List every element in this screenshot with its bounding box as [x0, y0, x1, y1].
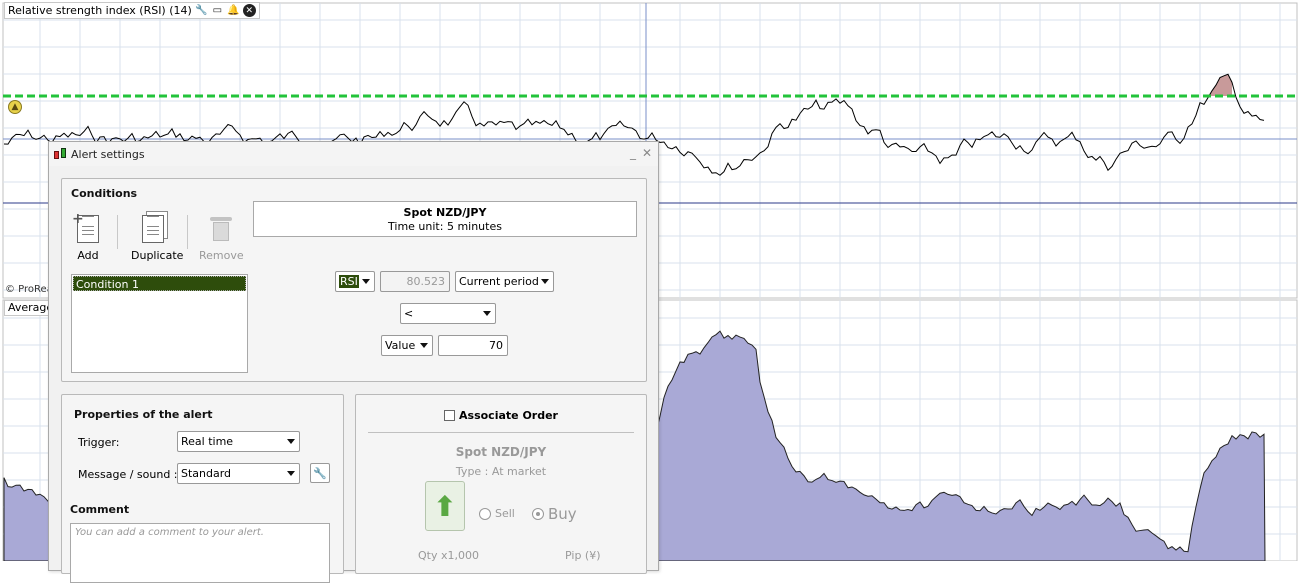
- remove-label: Remove: [199, 249, 244, 262]
- period-select-value: Current period: [459, 275, 539, 288]
- chevron-down-icon: [362, 279, 370, 284]
- indicator-select[interactable]: RSI: [335, 271, 375, 292]
- instrument-name: Spot NZD/JPY: [403, 206, 487, 219]
- bell-icon[interactable]: 🔔: [227, 4, 240, 17]
- sell-radio-icon: [479, 507, 491, 520]
- period-select[interactable]: Current period: [455, 271, 554, 292]
- up-arrow-icon: ⬆: [425, 481, 465, 531]
- trash-icon: [210, 215, 233, 241]
- trigger-select-value: Real time: [181, 435, 234, 448]
- comment-label: Comment: [70, 503, 130, 516]
- chevron-down-icon: [287, 471, 295, 476]
- candlestick-icon: [53, 148, 67, 160]
- indicator-value-field[interactable]: 80.523: [380, 271, 450, 292]
- average-panel-title: Average: [4, 300, 50, 316]
- order-instrument-name: Spot NZD/JPY: [455, 445, 547, 459]
- duplicate-label: Duplicate: [131, 249, 184, 262]
- close-icon[interactable]: ✕: [242, 4, 256, 17]
- pip-label: Pip (¥): [565, 549, 601, 562]
- chevron-down-icon: [483, 311, 491, 316]
- condition-list: Condition 1: [71, 274, 248, 373]
- compare-value-field[interactable]: 70: [438, 335, 508, 356]
- remove-condition-button[interactable]: Remove: [199, 215, 244, 262]
- message-sound-value: Standard: [181, 467, 232, 480]
- wrench-icon: 🔧: [313, 466, 327, 480]
- wrench-icon[interactable]: 🔧: [195, 4, 208, 17]
- trigger-label: Trigger:: [78, 436, 120, 449]
- conditions-label: Conditions: [71, 187, 138, 200]
- duplicate-condition-button[interactable]: Duplicate: [131, 211, 184, 262]
- sound-settings-button[interactable]: 🔧: [310, 463, 330, 483]
- chevron-down-icon: [541, 279, 549, 284]
- chevron-down-icon: [420, 343, 428, 348]
- rsi-panel-title: Relative strength index (RSI) (14): [8, 4, 192, 17]
- add-label: Add: [77, 249, 99, 262]
- compare-type-value: Value: [385, 339, 416, 352]
- buy-radio[interactable]: Buy: [532, 505, 577, 523]
- add-condition-button[interactable]: + Add: [72, 212, 99, 262]
- list-item[interactable]: Condition 1: [73, 276, 246, 291]
- time-unit-text: Time unit: 5 minutes: [388, 220, 502, 233]
- alert-properties-group: Properties of the alert Trigger: Real ti…: [61, 394, 344, 583]
- add-document-icon: +: [72, 212, 99, 243]
- dialog-title: Alert settings: [71, 147, 145, 161]
- window-icon[interactable]: ▭: [211, 4, 224, 17]
- alert-bell-icon[interactable]: ▲: [8, 100, 22, 114]
- buy-label: Buy: [548, 505, 577, 523]
- alert-settings-dialog: Alert settings _ ✕ Conditions + Add Dupl…: [48, 141, 659, 583]
- message-sound-select[interactable]: Standard: [177, 463, 300, 484]
- associate-order-label: Associate Order: [459, 409, 558, 422]
- associate-order-group: Associate Order Spot NZD/JPY Type : At m…: [355, 394, 647, 574]
- operator-select-value: <: [404, 307, 414, 320]
- operator-select[interactable]: <: [400, 303, 496, 324]
- compare-type-select[interactable]: Value: [381, 335, 433, 356]
- order-type-text: Type : At market: [455, 465, 547, 478]
- divider: [368, 432, 634, 433]
- close-dialog-icon[interactable]: ✕: [642, 146, 652, 160]
- message-sound-label: Message / sound :: [78, 468, 178, 481]
- associate-order-checkbox[interactable]: [444, 410, 456, 421]
- indicator-select-value: RSI: [339, 275, 359, 288]
- conditions-group: Conditions + Add Duplicate Remove Spot N…: [61, 178, 647, 382]
- buy-radio-icon: [532, 508, 544, 520]
- trigger-select[interactable]: Real time: [177, 431, 300, 452]
- sell-radio[interactable]: Sell: [479, 507, 515, 520]
- chart-corner-mark: `: [1219, 0, 1224, 5]
- properties-label: Properties of the alert: [74, 408, 213, 421]
- instrument-info-box: Spot NZD/JPY Time unit: 5 minutes: [253, 201, 637, 237]
- chevron-down-icon: [287, 439, 295, 444]
- dialog-titlebar[interactable]: Alert settings _ ✕: [49, 142, 658, 166]
- minimize-icon[interactable]: _: [630, 146, 636, 160]
- duplicate-icon: [142, 215, 165, 243]
- rsi-panel-header: Relative strength index (RSI) (14) 🔧 ▭ 🔔…: [4, 2, 260, 19]
- sell-label: Sell: [495, 507, 515, 520]
- qty-label: Qty x1,000: [418, 549, 479, 562]
- comment-textarea[interactable]: You can add a comment to your alert.: [70, 523, 330, 583]
